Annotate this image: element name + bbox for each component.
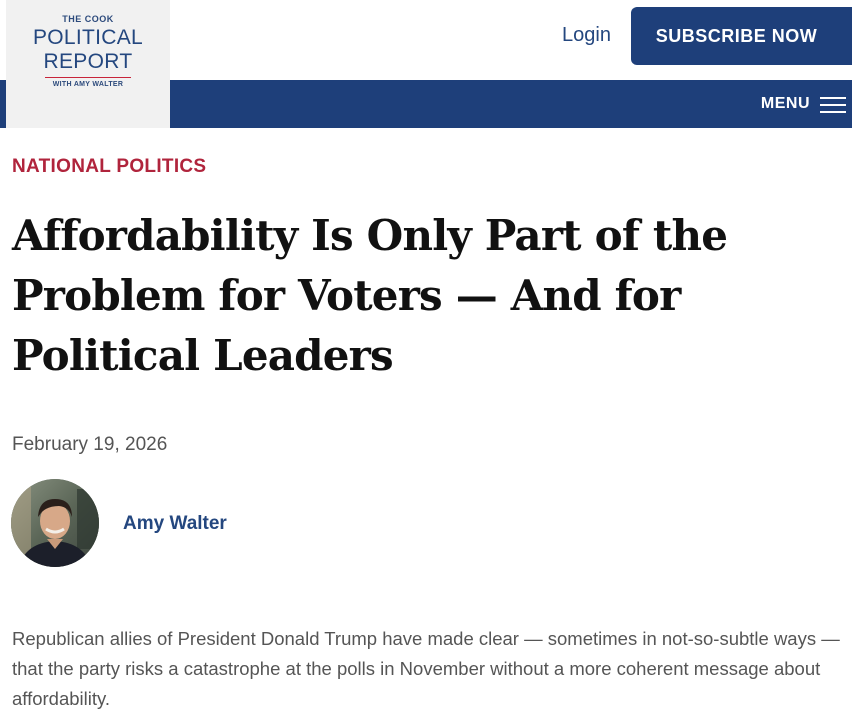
page: THE COOK POLITICAL REPORT WITH AMY WALTE… [0,0,852,715]
subscribe-now-button[interactable]: SUBSCRIBE NOW [631,7,852,65]
site-logo[interactable]: THE COOK POLITICAL REPORT WITH AMY WALTE… [6,0,170,128]
logo-divider [45,77,131,78]
author-avatar[interactable] [11,479,99,567]
logo-line-the-cook: THE COOK [62,14,114,24]
site-header: THE COOK POLITICAL REPORT WITH AMY WALTE… [0,0,852,128]
article-lede: Republican allies of President Donald Tr… [12,628,840,709]
menu-label: MENU [760,95,810,112]
article-headline: Affordability Is Only Part of the Proble… [12,211,728,380]
logo-line-report: REPORT [43,50,133,73]
logo-line-with-amy-walter: WITH AMY WALTER [52,81,124,88]
author-name-link[interactable]: Amy Walter [123,513,227,535]
login-link[interactable]: Login [562,24,611,47]
logo-line-political: POLITICAL [32,26,144,49]
article-date: February 19, 2026 [12,434,168,455]
hamburger-menu-icon [820,94,846,114]
author-portrait-image [11,479,99,567]
menu-button[interactable]: MENU [761,90,846,118]
article-category-link[interactable]: NATIONAL POLITICS [12,156,206,178]
